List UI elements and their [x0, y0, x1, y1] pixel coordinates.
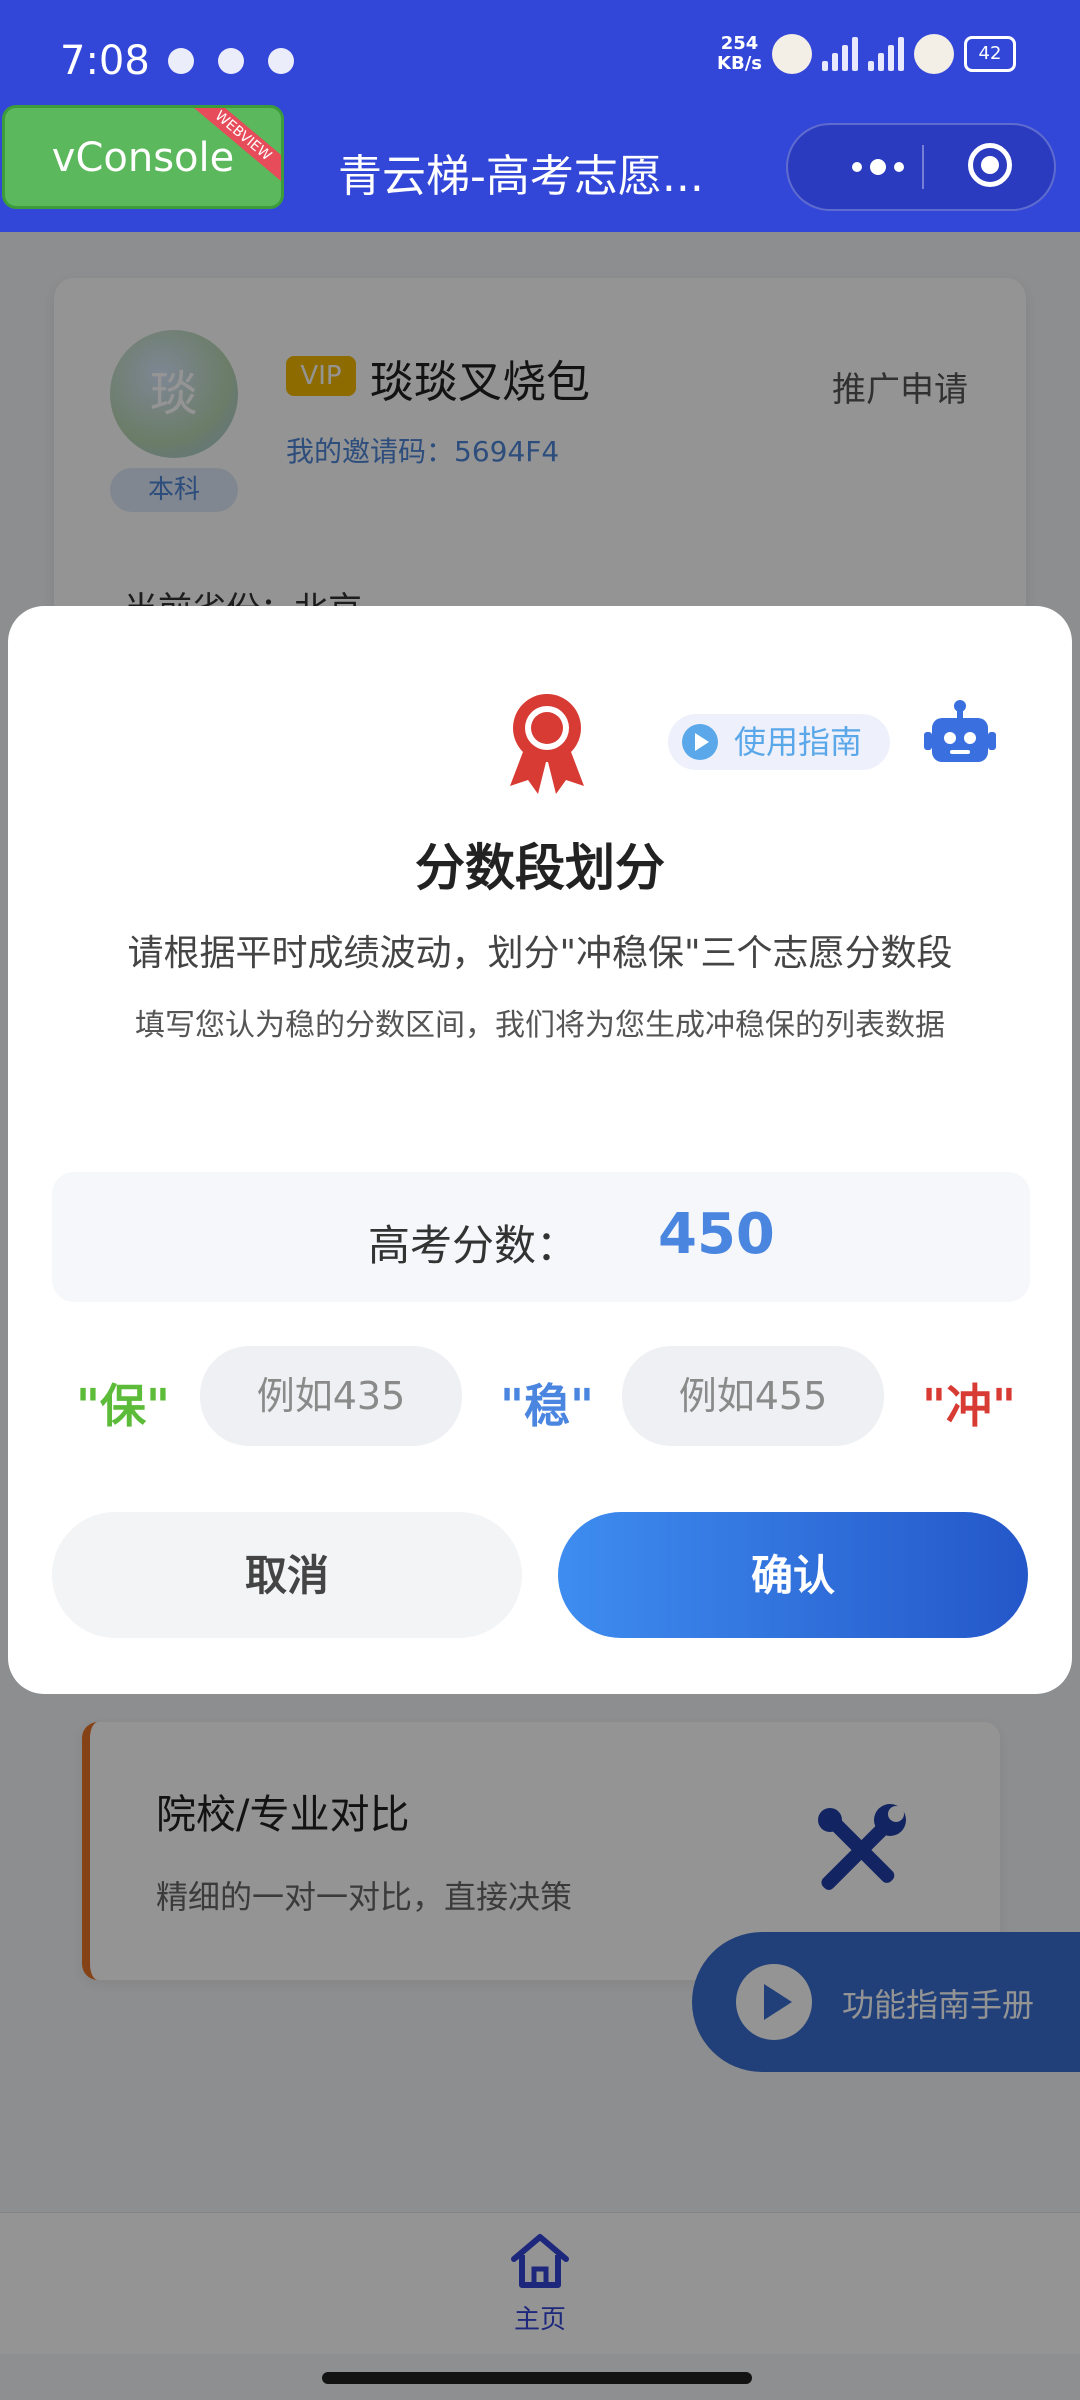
status-time: 7:08: [60, 38, 150, 84]
signal-icon: [822, 37, 858, 71]
score-display: 高考分数： 450: [52, 1172, 1030, 1302]
app-notification-icon: [268, 48, 294, 74]
chong-score-input[interactable]: [622, 1346, 884, 1446]
vconsole-button[interactable]: vConsole WEBVIEW: [2, 105, 284, 209]
modal-note: 填写您认为稳的分数区间，我们将为您生成冲稳保的列表数据: [135, 1008, 945, 1043]
notification-icons: [168, 48, 294, 74]
vconsole-label: vConsole: [51, 135, 235, 181]
tag-wen: "稳": [500, 1379, 594, 1433]
network-speed: 254 KB/s: [717, 33, 762, 74]
confirm-button[interactable]: 确认: [558, 1512, 1028, 1638]
status-bar: 7:08 254 KB/s 42: [0, 0, 1080, 120]
capsule-divider: [922, 145, 924, 189]
tag-chong: "冲": [922, 1379, 1016, 1433]
cat-icon: [914, 34, 954, 74]
award-ribbon-icon: [510, 694, 584, 794]
score-label: 高考分数：: [368, 1221, 579, 1270]
play-icon: [682, 724, 718, 760]
robot-icon[interactable]: [922, 696, 998, 772]
cancel-button[interactable]: 取消: [52, 1512, 522, 1638]
battery-icon: 42: [964, 36, 1016, 72]
more-icon[interactable]: [828, 125, 928, 209]
close-target-icon[interactable]: [968, 143, 1012, 187]
page-title: 青云梯-高考志愿...: [338, 151, 704, 202]
score-range-row: "保" "稳" "冲": [8, 1346, 1072, 1446]
score-range-modal: 使用指南 分数段划分 请根据平时成绩波动，划分"冲稳保"三个志愿分数段 填写您认…: [8, 606, 1072, 1694]
modal-title: 分数段划分: [415, 839, 665, 897]
app-notification-icon: [218, 48, 244, 74]
usage-guide-label: 使用指南: [734, 723, 863, 761]
score-value: 450: [658, 1202, 775, 1267]
status-right: 254 KB/s 42: [717, 34, 1016, 74]
capsule-menu: [786, 123, 1056, 211]
usage-guide-button[interactable]: 使用指南: [668, 714, 890, 770]
tag-bao: "保": [76, 1379, 170, 1433]
signal-icon: [868, 37, 904, 71]
cat-icon: [772, 34, 812, 74]
app-notification-icon: [168, 48, 194, 74]
modal-description: 请根据平时成绩波动，划分"冲稳保"三个志愿分数段: [127, 933, 953, 974]
bao-score-input[interactable]: [200, 1346, 462, 1446]
